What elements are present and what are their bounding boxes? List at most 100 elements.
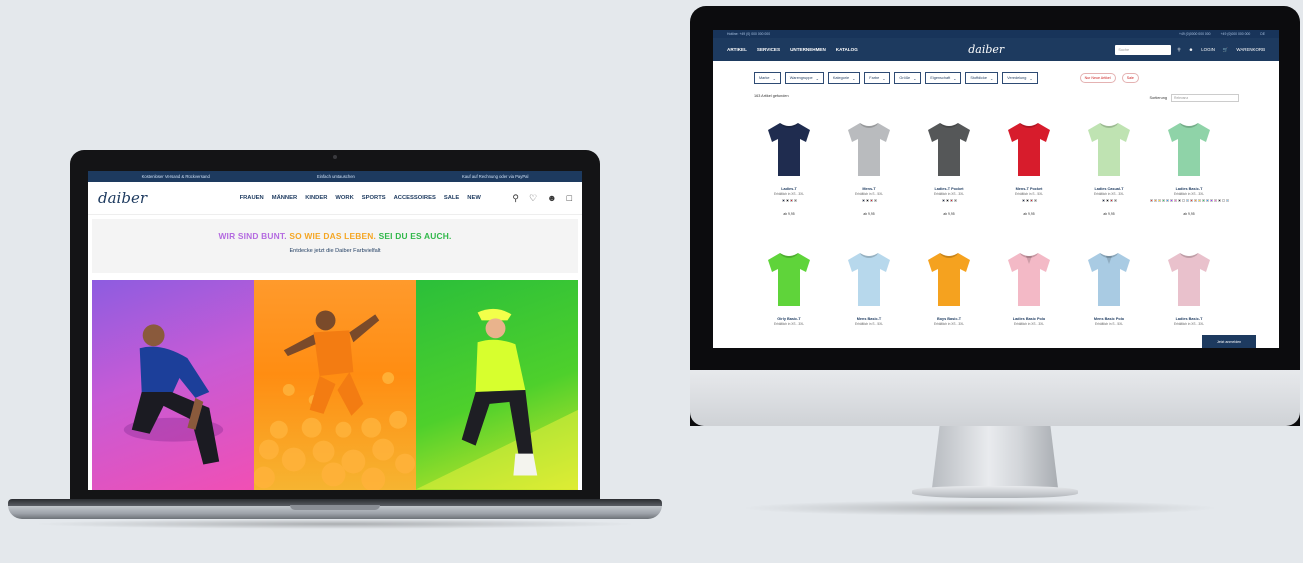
color-swatch[interactable] — [1205, 199, 1209, 202]
color-swatch[interactable] — [869, 199, 873, 202]
color-swatch[interactable] — [1101, 199, 1105, 202]
cart-link[interactable]: WARENKORB — [1236, 47, 1265, 52]
color-swatch[interactable] — [1217, 199, 1221, 202]
color-swatch[interactable] — [1149, 199, 1153, 202]
color-swatch[interactable] — [1197, 199, 1201, 202]
color-swatch[interactable] — [1025, 199, 1029, 202]
filter-stoffdicke[interactable]: Stoffdicke ⌄ — [965, 72, 999, 84]
menu-artikel[interactable]: ARTIKEL — [727, 47, 747, 52]
color-swatch[interactable] — [1021, 199, 1025, 202]
photo-man-jumping[interactable] — [254, 280, 416, 490]
color-swatch[interactable] — [1201, 199, 1205, 202]
color-swatch[interactable] — [1181, 199, 1185, 202]
product-name[interactable]: Mens Basic-T — [829, 317, 909, 321]
product-name[interactable]: Ladies Basic-T — [1149, 187, 1229, 191]
topbar-phone-1[interactable]: +49 (0)0000 000 000 — [1179, 32, 1211, 36]
menu-sale[interactable]: SALE — [444, 195, 459, 201]
search-icon[interactable]: ⚲ — [512, 193, 519, 204]
product-name[interactable]: Mens-T Pocket — [989, 187, 1069, 191]
login-link[interactable]: LOGIN — [1201, 47, 1215, 52]
topbar-hotline[interactable]: Hotline: +49 (0) 000 000 000 — [727, 32, 770, 36]
color-swatch[interactable] — [781, 199, 785, 202]
menu-accessoires[interactable]: ACCESSOIRES — [394, 195, 436, 201]
cart-icon[interactable]: 🛒 — [1223, 47, 1228, 53]
product-name[interactable]: Boys Basic-T — [909, 317, 989, 321]
color-swatch[interactable] — [1213, 199, 1217, 202]
product-image[interactable] — [766, 250, 812, 308]
menu-new[interactable]: NEW — [467, 195, 481, 201]
photo-man-crouching[interactable] — [92, 280, 254, 490]
product-card[interactable]: Ladies-T Pocket Erhältlich in XS - 3XL ab … — [909, 120, 989, 232]
product-card[interactable]: Mens-T Erhältlich in S - 5XL ab 9,95 — [829, 120, 909, 232]
signup-button[interactable]: Jetzt anmelden — [1202, 335, 1256, 348]
tag-new-items[interactable]: Nur Neue Artikel — [1079, 73, 1116, 83]
product-name[interactable]: Ladies-T Pocket — [909, 187, 989, 191]
product-image[interactable] — [1006, 250, 1052, 308]
user-icon[interactable]: ☻ — [547, 193, 556, 204]
color-swatch[interactable] — [1185, 199, 1189, 202]
product-image[interactable] — [846, 250, 892, 308]
color-swatch[interactable] — [945, 199, 949, 202]
product-image[interactable] — [1086, 250, 1132, 308]
menu-unternehmen[interactable]: UNTERNEHMEN — [790, 47, 826, 52]
color-swatch[interactable] — [1189, 199, 1193, 202]
product-name[interactable]: Ladies Basic Polo — [989, 317, 1069, 321]
product-card[interactable]: Mens-T Pocket Erhältlich in S - 5XL ab 9,9… — [989, 120, 1069, 232]
menu-katalog[interactable]: KATALOG — [836, 47, 858, 52]
topbar-phone-2[interactable]: +49 (0)000 000 000 — [1221, 32, 1251, 36]
color-swatch[interactable] — [941, 199, 945, 202]
color-swatch[interactable] — [953, 199, 957, 202]
product-name[interactable]: Ladies-T — [749, 187, 829, 191]
color-swatch[interactable] — [1193, 199, 1197, 202]
search-input[interactable]: Suche — [1115, 44, 1172, 55]
color-swatch[interactable] — [1225, 199, 1229, 202]
hero-subline[interactable]: Entdecke jetzt die Daiber Farbvielfalt — [92, 248, 578, 254]
color-swatch[interactable] — [1029, 199, 1033, 202]
tag-sale[interactable]: Sale — [1121, 73, 1139, 83]
color-swatch[interactable] — [1169, 199, 1173, 202]
product-name[interactable]: Mens-T — [829, 187, 909, 191]
filter-marke[interactable]: Marke ⌄ — [754, 72, 781, 84]
heart-icon[interactable]: ♡ — [529, 193, 537, 204]
filter-kategorie[interactable]: Kategorie ⌄ — [827, 72, 861, 84]
filter-farbe[interactable]: Farbe ⌄ — [864, 72, 891, 84]
color-swatch[interactable] — [1165, 199, 1169, 202]
color-swatch[interactable] — [1209, 199, 1213, 202]
product-card[interactable]: Ladies Casual-T Erhältlich in XS - 3XL ab … — [1069, 120, 1149, 232]
bag-icon[interactable]: □ — [567, 193, 572, 204]
menu-sports[interactable]: SPORTS — [362, 195, 386, 201]
menu-maenner[interactable]: MÄNNER — [272, 195, 297, 201]
color-swatch[interactable] — [1033, 199, 1037, 202]
product-name[interactable]: Ladies Basic-T — [1149, 317, 1229, 321]
imac-brand-logo[interactable]: daiber — [917, 43, 1115, 56]
product-image[interactable] — [1166, 120, 1212, 178]
color-swatch[interactable] — [861, 199, 865, 202]
color-swatch[interactable] — [1173, 199, 1177, 202]
product-image[interactable] — [926, 250, 972, 308]
topbar-language[interactable]: DE — [1260, 32, 1265, 36]
product-card[interactable]: Ladies Basic-T Erhältlich in XS - 3XL — [1149, 250, 1229, 348]
product-name[interactable]: Girly Basic-T — [749, 317, 829, 321]
color-swatch[interactable] — [1161, 199, 1165, 202]
color-swatch[interactable] — [1157, 199, 1161, 202]
color-swatch[interactable] — [793, 199, 797, 202]
color-swatch[interactable] — [1113, 199, 1117, 202]
product-card[interactable]: Girly Basic-T Erhältlich in XS - 3XL — [749, 250, 829, 348]
menu-services[interactable]: SERVICES — [757, 47, 780, 52]
color-swatch[interactable] — [865, 199, 869, 202]
filter-warengruppe[interactable]: Warengruppe ⌄ — [784, 72, 824, 84]
product-card[interactable]: Mens Basic-T Erhältlich in S - 5XL — [829, 250, 909, 348]
product-card[interactable]: Boys Basic-T Erhältlich in XS - 3XL — [909, 250, 989, 348]
color-swatch[interactable] — [873, 199, 877, 202]
color-swatch[interactable] — [1153, 199, 1157, 202]
menu-kinder[interactable]: KINDER — [305, 195, 327, 201]
photo-woman-sporty[interactable] — [416, 280, 578, 490]
color-swatch[interactable] — [789, 199, 793, 202]
product-card[interactable]: Mens Basic Polo Erhältlich in S - 5XL — [1069, 250, 1149, 348]
menu-frauen[interactable]: FRAUEN — [240, 195, 264, 201]
brand-logo[interactable]: daiber — [98, 189, 208, 207]
sort-select[interactable]: Relevanz — [1171, 94, 1239, 102]
product-name[interactable]: Ladies Casual-T — [1069, 187, 1149, 191]
color-swatch[interactable] — [785, 199, 789, 202]
search-icon[interactable]: ⚲ — [1177, 47, 1180, 53]
